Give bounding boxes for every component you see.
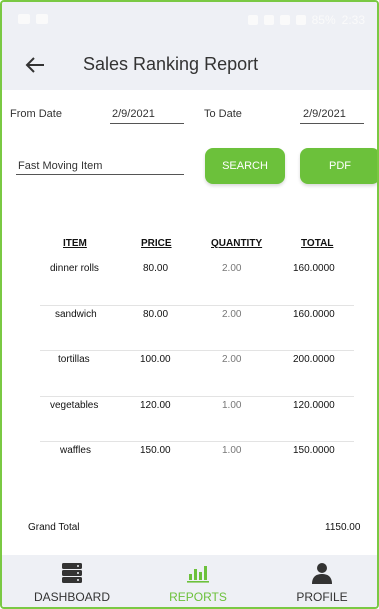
to-date-underline [300, 123, 364, 124]
bottom-navigation: DASHBOARD REPORTS PROFILE [2, 555, 377, 607]
page-title: Sales Ranking Report [83, 54, 259, 74]
row-2-item: sandwich [55, 309, 97, 320]
pdf-button[interactable]: PDF [300, 148, 377, 184]
nav-dashboard[interactable]: DASHBOARD [22, 555, 122, 607]
row-4-quantity: 1.00 [222, 400, 242, 411]
to-date-field[interactable]: 2/9/2021 [303, 108, 346, 120]
row-5-item: waffles [60, 445, 91, 456]
row-4-price: 120.00 [140, 400, 171, 411]
row-divider [40, 305, 354, 306]
from-date-underline [110, 123, 184, 124]
status-bar: 85% 2:33 [2, 2, 377, 40]
row-1-quantity: 2.00 [222, 263, 242, 274]
battery-level: 85% [311, 13, 336, 27]
column-header-total: TOTAL [301, 238, 334, 249]
report-type-field[interactable]: Fast Moving Item [18, 160, 102, 172]
bar-chart-icon [186, 562, 210, 584]
to-date-label: To Date [204, 108, 242, 120]
row-1-total: 160.0000 [293, 263, 335, 274]
cast-icon [247, 15, 258, 25]
nav-dashboard-label: DASHBOARD [33, 590, 110, 604]
row-5-price: 150.00 [140, 445, 171, 456]
row-3-total: 200.0000 [293, 354, 335, 365]
row-2-price: 80.00 [143, 309, 169, 320]
wifi-icon [279, 15, 290, 25]
app-bar: Sales Ranking Report [2, 40, 377, 90]
row-1-price: 80.00 [143, 263, 169, 274]
row-1-item: dinner rolls [50, 263, 99, 274]
from-date-label: From Date [10, 108, 62, 120]
clock: 2:33 [341, 13, 365, 27]
back-arrow-icon[interactable] [18, 48, 52, 82]
person-icon [311, 562, 333, 584]
row-divider [40, 396, 354, 397]
notification-icons [18, 14, 48, 24]
dashboard-server-icon [61, 562, 83, 584]
row-3-price: 100.00 [140, 354, 171, 365]
column-header-price: PRICE [141, 238, 172, 249]
search-button[interactable]: SEARCH [205, 148, 285, 184]
grand-total-label: Grand Total [28, 522, 80, 533]
app-screen: 85% 2:33 Sales Ranking Report From Date … [0, 0, 379, 609]
row-divider [40, 350, 354, 351]
nav-reports-label: REPORTS [169, 590, 227, 604]
row-2-quantity: 2.00 [222, 309, 242, 320]
battery-icon [295, 15, 306, 25]
nav-reports[interactable]: REPORTS [148, 555, 248, 607]
row-3-quantity: 2.00 [222, 354, 242, 365]
nav-profile[interactable]: PROFILE [272, 555, 372, 607]
grand-total-value: 1150.00 [325, 522, 361, 533]
column-header-item: ITEM [63, 238, 87, 249]
nav-profile-label: PROFILE [296, 590, 348, 604]
row-5-total: 150.0000 [293, 445, 335, 456]
mail-icon [18, 14, 30, 24]
bluetooth-icon [263, 15, 274, 25]
row-4-total: 120.0000 [293, 400, 335, 411]
system-status: 85% 2:33 [247, 13, 365, 27]
row-2-total: 160.0000 [293, 309, 335, 320]
report-type-underline [16, 174, 184, 175]
row-3-item: tortillas [58, 354, 90, 365]
row-5-quantity: 1.00 [222, 445, 242, 456]
row-4-item: vegetables [50, 400, 99, 411]
row-divider [40, 441, 354, 442]
from-date-field[interactable]: 2/9/2021 [112, 108, 155, 120]
app-notification-icon [36, 14, 48, 24]
column-header-quantity: QUANTITY [211, 238, 263, 249]
